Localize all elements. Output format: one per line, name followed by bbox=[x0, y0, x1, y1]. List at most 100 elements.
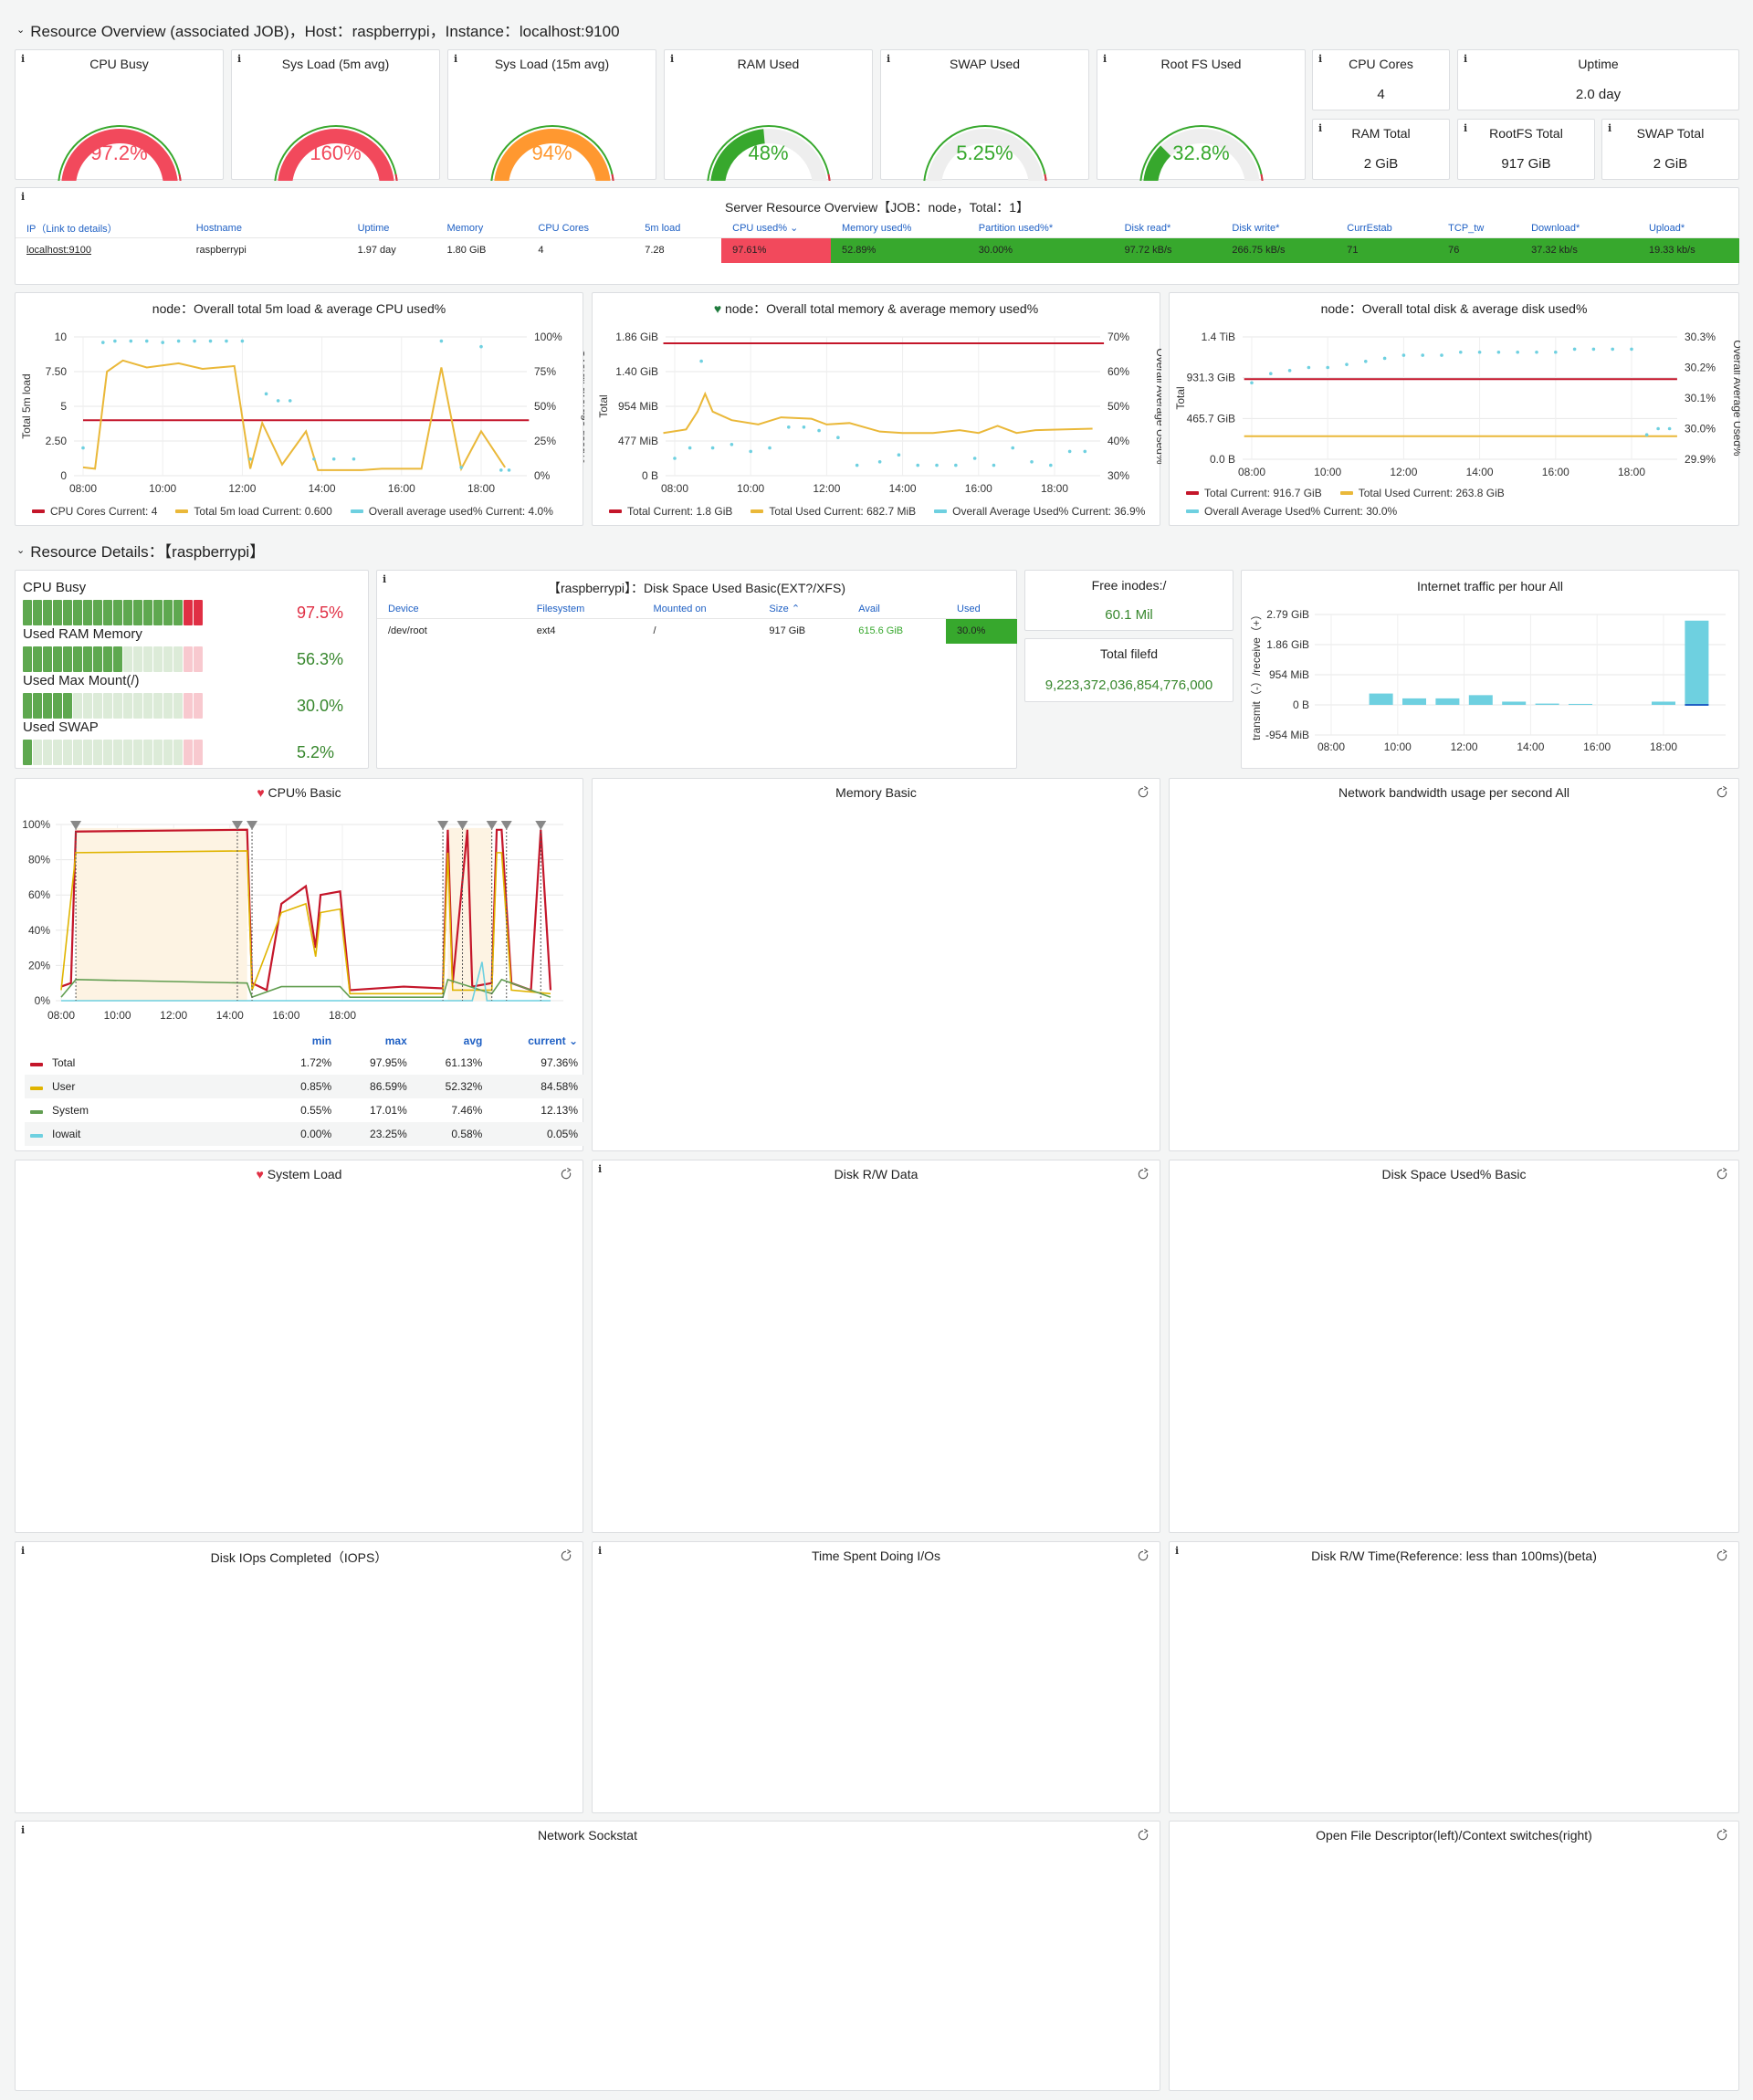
legend-item[interactable]: Total 5m load Current: 0.600 bbox=[175, 505, 332, 518]
bar-gauge-cell bbox=[153, 740, 163, 765]
refresh-icon[interactable] bbox=[1715, 1828, 1729, 1843]
legend-row[interactable]: Total 1.72% 97.95% 61.13% 97.36% bbox=[25, 1051, 583, 1075]
y-tick-label: 100% bbox=[22, 818, 50, 831]
bar-gauge-cell bbox=[53, 740, 62, 765]
stat-cpu-cores: i CPU Cores 4 bbox=[1312, 49, 1450, 110]
series-avg-used-point bbox=[1083, 449, 1087, 454]
legend-row[interactable]: System 0.55% 17.01% 7.46% 12.13% bbox=[25, 1098, 583, 1122]
y2-tick-label: 60% bbox=[1107, 365, 1129, 378]
table-column-header[interactable]: 5m load bbox=[634, 219, 722, 238]
table-column-header[interactable]: Device bbox=[377, 600, 526, 619]
series-avg-used-point bbox=[264, 392, 268, 396]
cell-value: 52.89% bbox=[841, 245, 876, 257]
table-cell: 97.72 kB/s bbox=[1113, 237, 1222, 263]
panel-title: 【raspberrypi】：Disk Space Used Basic(EXT?… bbox=[548, 581, 845, 595]
refresh-icon[interactable] bbox=[1715, 785, 1729, 800]
time-spent-io-panel: i Time Spent Doing I/Os bbox=[592, 1541, 1160, 1813]
legend-item[interactable]: Overall Average Used% Current: 36.9% bbox=[934, 505, 1145, 518]
series-avg-used-point bbox=[916, 463, 920, 467]
table-column-header[interactable]: Avail bbox=[847, 600, 947, 619]
y-axis-label: Total 5m load bbox=[20, 373, 33, 438]
series-avg-used-point bbox=[954, 463, 958, 467]
column-header-label: Partition used%* bbox=[978, 222, 1054, 234]
series-avg-used-point bbox=[1535, 350, 1538, 354]
y-tick-label: 2.79 GiB bbox=[1266, 608, 1309, 621]
disk-iops-panel: i Disk IOps Completed（IOPS） bbox=[15, 1541, 583, 1813]
cell-value: 76 bbox=[1448, 245, 1460, 257]
legend-item[interactable]: Overall average used% Current: 4.0% bbox=[350, 505, 553, 518]
legend-header-max[interactable]: max bbox=[337, 1031, 413, 1051]
refresh-icon[interactable] bbox=[1715, 1167, 1729, 1181]
legend-series[interactable]: System bbox=[25, 1098, 271, 1122]
table-column-header[interactable]: Filesystem bbox=[525, 600, 643, 619]
table-column-header[interactable]: CPU used% ⌄ bbox=[721, 219, 831, 238]
refresh-icon[interactable] bbox=[1136, 1549, 1150, 1563]
table-column-header[interactable]: Disk write* bbox=[1221, 219, 1337, 238]
series-total-used bbox=[663, 391, 1093, 435]
y-axis-label: transmit（-）/receive（+） bbox=[1250, 609, 1263, 740]
server-table: IP（Link to details） Hostname Uptime Memory C… bbox=[16, 219, 1739, 263]
legend-item[interactable]: CPU Cores Current: 4 bbox=[32, 505, 157, 518]
legend-row[interactable]: User 0.85% 86.59% 52.32% 84.58% bbox=[25, 1075, 583, 1098]
bar-gauge-value: 97.5% bbox=[297, 604, 344, 622]
legend-label: Iowait bbox=[52, 1128, 81, 1140]
refresh-icon[interactable] bbox=[559, 1549, 573, 1563]
bar-gauge-cell bbox=[143, 740, 152, 765]
legend-item[interactable]: Total Used Current: 263.8 GiB bbox=[1339, 487, 1505, 499]
refresh-icon[interactable] bbox=[1136, 1828, 1150, 1843]
chevron-down-icon: ⌄ bbox=[16, 545, 26, 556]
legend-header-min[interactable]: min bbox=[271, 1031, 337, 1051]
table-column-header[interactable]: Hostname bbox=[184, 219, 347, 238]
legend-swatch bbox=[30, 1134, 43, 1138]
series-avg-used-point bbox=[1250, 381, 1254, 385]
table-column-header[interactable]: Upload* bbox=[1637, 219, 1739, 238]
row-resource-details[interactable]: ⌄ Resource Details：【raspberrypi】 bbox=[16, 539, 265, 562]
table-column-header[interactable]: Memory bbox=[436, 219, 528, 238]
bar-gauge-cell bbox=[194, 600, 203, 625]
bar-gauge-cell bbox=[113, 646, 122, 672]
y-tick-label: 0 B bbox=[1293, 698, 1309, 711]
y-tick-label: 0 bbox=[60, 469, 67, 482]
table-column-header[interactable]: Download* bbox=[1520, 219, 1638, 238]
legend-series[interactable]: User bbox=[25, 1075, 271, 1098]
series-avg-used-point bbox=[1269, 372, 1273, 375]
bar-gauge-cells bbox=[23, 646, 204, 672]
table-column-header[interactable]: Uptime bbox=[346, 219, 436, 238]
series-avg-used-point bbox=[1611, 347, 1614, 352]
legend-series[interactable]: Iowait bbox=[25, 1122, 271, 1146]
legend-row[interactable]: Iowait 0.00% 23.25% 0.58% 0.05% bbox=[25, 1122, 583, 1146]
legend-series[interactable]: Total bbox=[25, 1051, 271, 1075]
legend-item[interactable]: Total Used Current: 682.7 MiB bbox=[751, 505, 916, 518]
table-column-header[interactable]: TCP_tw bbox=[1437, 219, 1521, 238]
refresh-icon[interactable] bbox=[1136, 1167, 1150, 1181]
panel-title-text: Disk IOps Completed（IOPS） bbox=[210, 1550, 388, 1565]
table-column-header[interactable]: Mounted on bbox=[642, 600, 759, 619]
legend-item[interactable]: Total Current: 1.8 GiB bbox=[609, 505, 732, 518]
column-header-label: IP（Link to details） bbox=[26, 223, 118, 235]
table-column-header[interactable]: Used bbox=[946, 600, 1017, 619]
table-column-header[interactable]: CurrEstab bbox=[1336, 219, 1438, 238]
series-avg-used-point bbox=[208, 339, 213, 343]
refresh-icon[interactable] bbox=[1136, 785, 1150, 800]
legend-item[interactable]: Total Current: 916.7 GiB bbox=[1186, 487, 1322, 499]
legend-header-current[interactable]: current ⌄ bbox=[488, 1031, 583, 1051]
bar-gauge-cell bbox=[33, 600, 42, 625]
table-column-header[interactable]: Disk read* bbox=[1113, 219, 1222, 238]
gauge-value: 160% bbox=[310, 142, 362, 164]
table-column-header[interactable]: Memory used% bbox=[830, 219, 968, 238]
table-column-header[interactable]: Partition used%* bbox=[967, 219, 1114, 238]
x-tick-label: 16:00 bbox=[1542, 466, 1569, 478]
column-header-label: TCP_tw bbox=[1448, 222, 1485, 234]
table-column-header[interactable]: Size ⌃ bbox=[758, 600, 848, 619]
legend-value: 12.13% bbox=[541, 1104, 578, 1117]
row-resource-overview[interactable]: ⌄ Resource Overview (associated JOB)，Hos… bbox=[16, 18, 620, 41]
table-cell: 97.61% bbox=[721, 237, 831, 263]
legend-item[interactable]: Overall Average Used% Current: 30.0% bbox=[1186, 505, 1397, 518]
refresh-icon[interactable] bbox=[1715, 1549, 1729, 1563]
refresh-icon[interactable] bbox=[559, 1167, 573, 1181]
bar-gauge-cell bbox=[113, 600, 122, 625]
host-link[interactable]: localhost:9100 bbox=[16, 237, 185, 263]
table-column-header[interactable]: CPU Cores bbox=[527, 219, 635, 238]
table-column-header[interactable]: IP（Link to details） bbox=[16, 219, 185, 238]
legend-header-avg[interactable]: avg bbox=[413, 1031, 488, 1051]
